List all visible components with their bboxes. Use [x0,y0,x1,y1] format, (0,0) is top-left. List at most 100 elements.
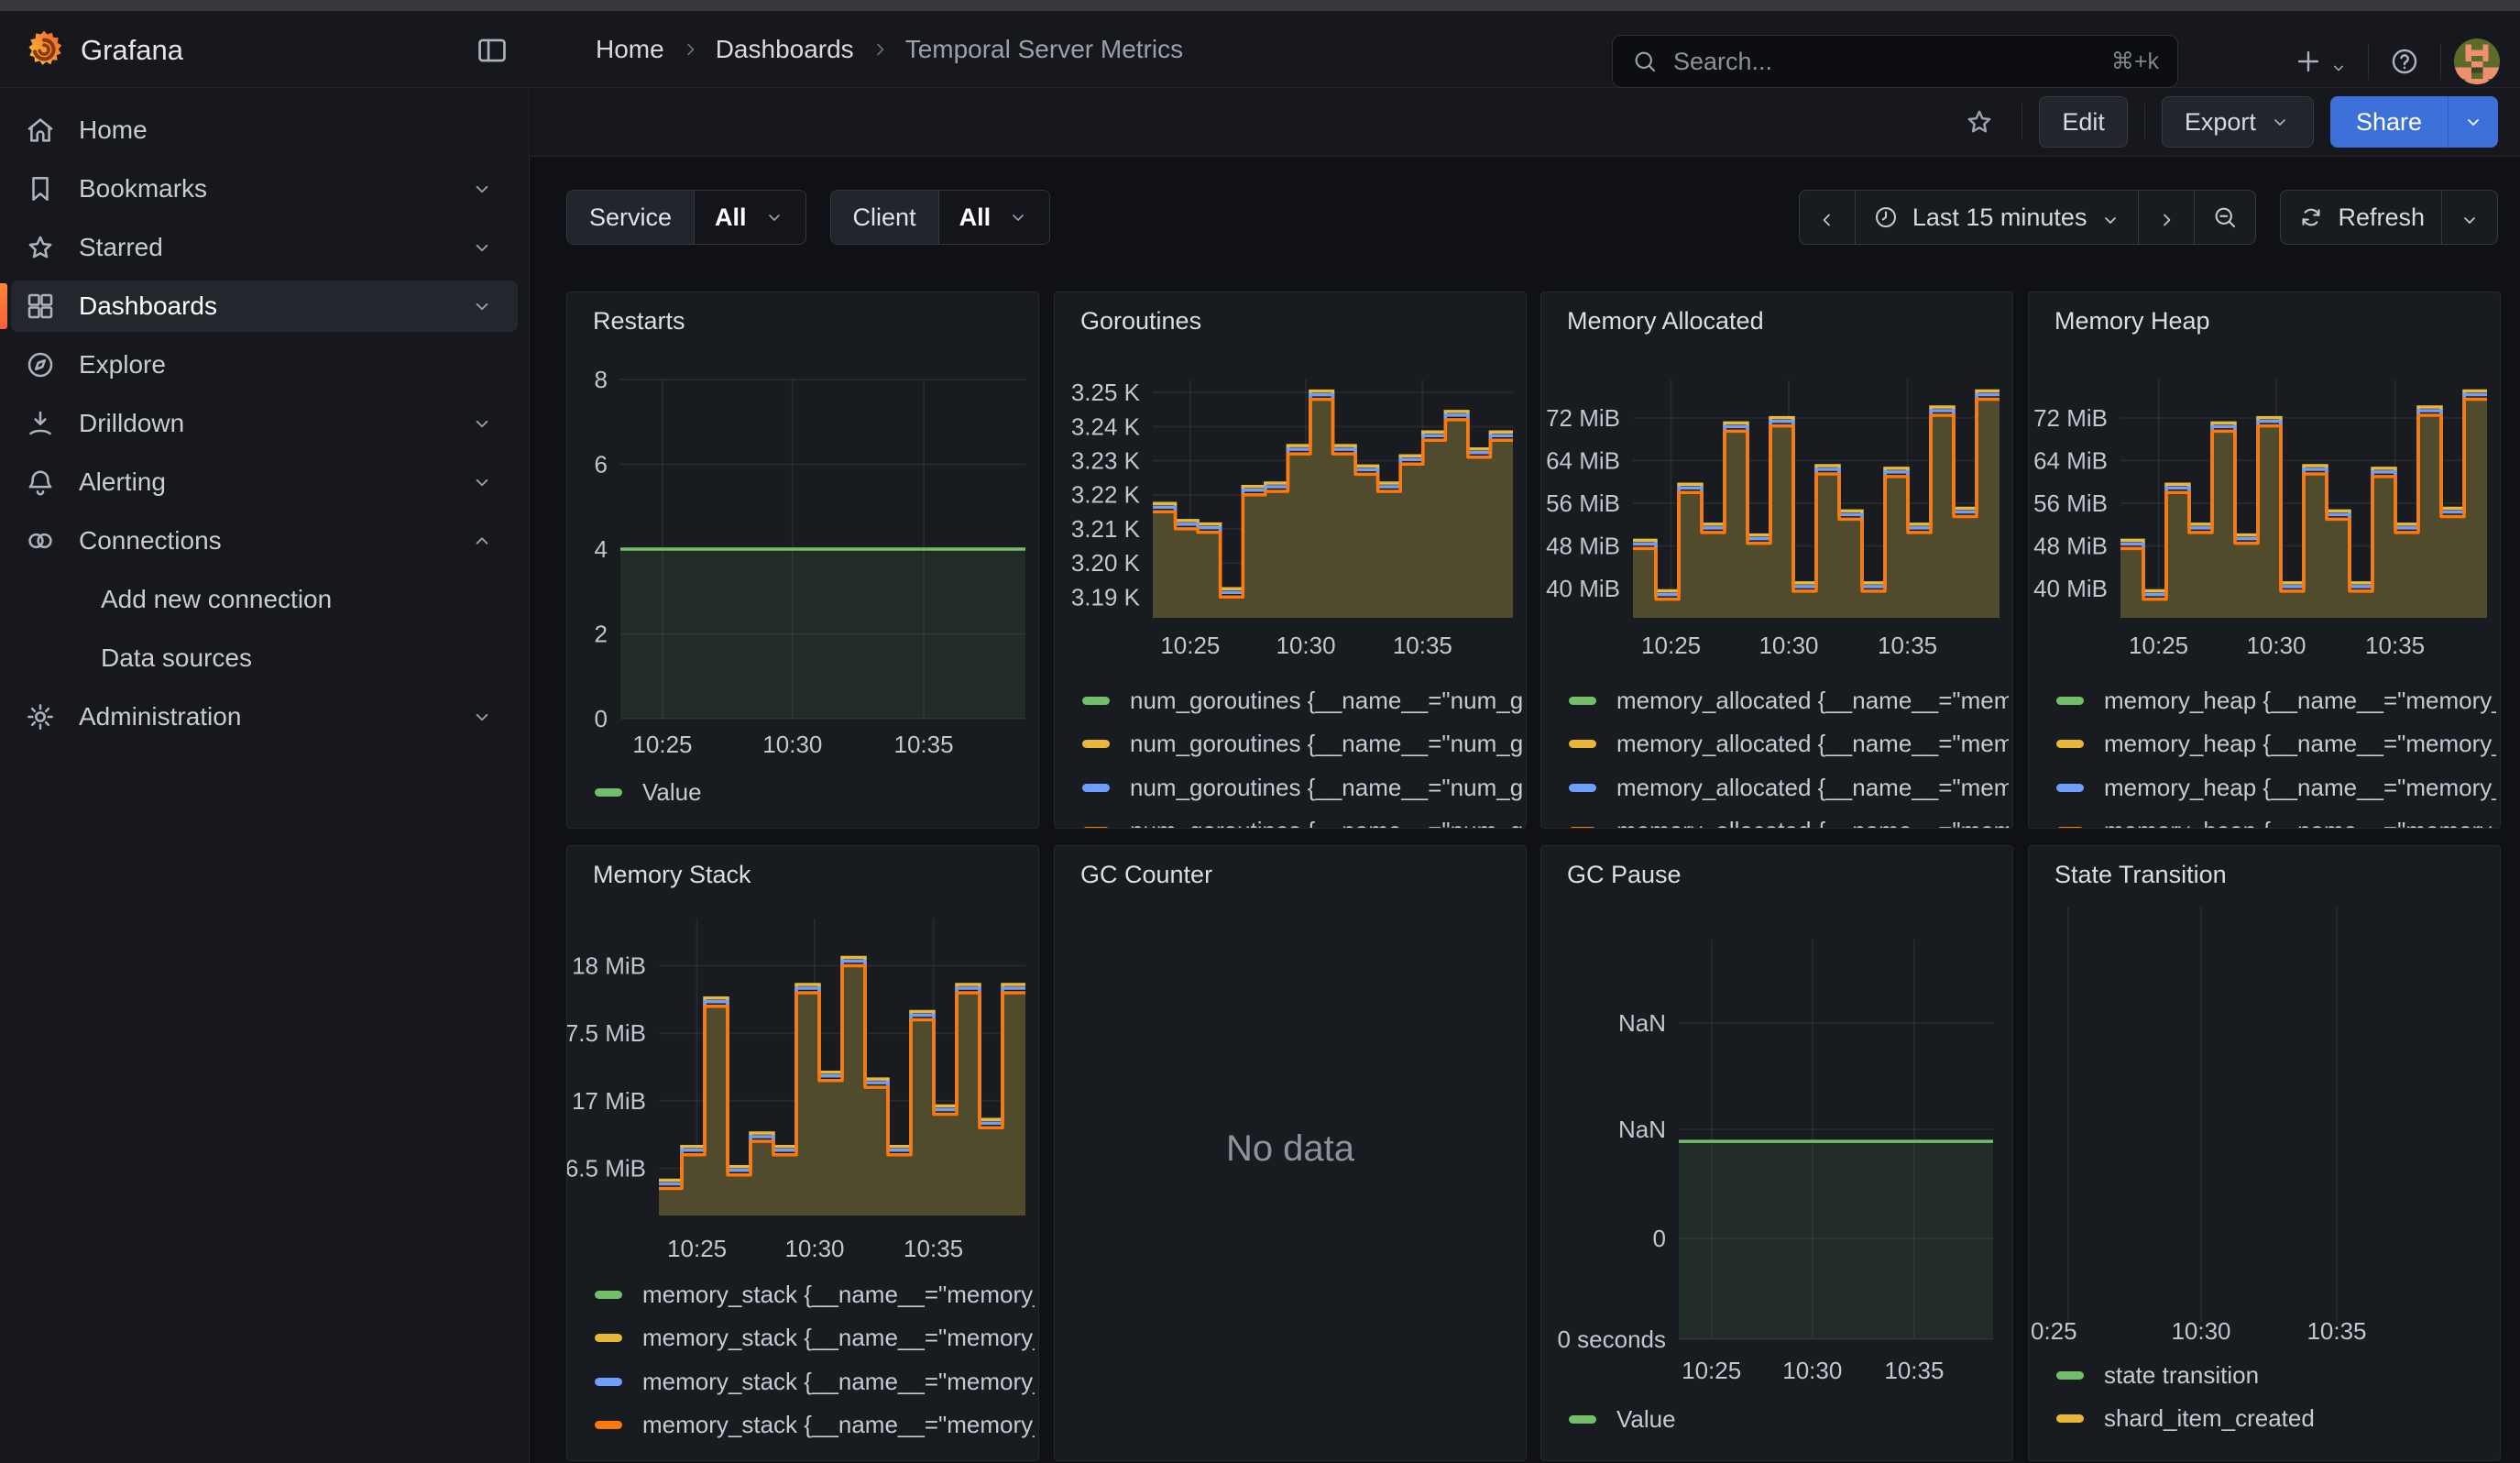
legend-item[interactable]: memory_allocated {__name__="memo [1569,768,2009,807]
panel-title[interactable]: GC Counter [1080,861,1212,889]
connections-icon [24,524,57,557]
legend-item[interactable]: num_goroutines {__name__="num_go [1082,812,1522,830]
panel-restarts: Restarts10:2510:3010:3502468Value [566,292,1039,829]
legend-series-marker [1082,740,1110,748]
legend-item[interactable]: memory_allocated {__name__="memo [1569,681,2009,720]
time-picker-group: Last 15 minutes [1799,190,2257,245]
chevron-down-icon [470,236,494,259]
help-button[interactable] [2382,36,2427,87]
filter-label: Service [567,191,695,244]
divider [2021,104,2022,140]
legend-series-label: num_goroutines {__name__="num_go [1130,687,1522,715]
legend-series-marker [1569,740,1596,748]
avatar[interactable] [2454,38,2500,84]
drilldown-icon [24,407,57,440]
legend-item[interactable]: memory_stack {__name__="memory_s [595,1362,1035,1401]
sidebar-item-dashboards[interactable]: Dashboards [11,280,518,332]
time-shift-back-button[interactable] [1800,191,1855,244]
sidebar-item-data-sources[interactable]: Data sources [11,632,518,684]
legend-item[interactable]: shard_item_created [2056,1399,2496,1437]
search-input[interactable]: Search... ⌘+k [1612,35,2178,88]
legend-item[interactable]: memory_allocated {__name__="memo [1569,725,2009,764]
sidebar-item-alerting[interactable]: Alerting [11,456,518,508]
legend-series-label: memory_heap {__name__="memory_h [2104,817,2496,829]
refresh-group: Refresh [2280,190,2498,245]
legend-series-label: memory_allocated {__name__="memo [1616,774,2009,802]
chevron-down-icon [2099,206,2121,228]
legend-item[interactable]: memory_heap {__name__="memory_h [2056,768,2496,807]
sidebar-item-add-new-connection[interactable]: Add new connection [11,574,518,625]
legend-series-marker [595,788,622,797]
edit-button[interactable]: Edit [2039,96,2128,148]
favorite-button[interactable] [1954,96,2005,148]
filter-value-dropdown[interactable]: All [939,191,1050,244]
refresh-interval-button[interactable] [2441,191,2497,244]
refresh-button[interactable]: Refresh [2281,191,2441,244]
svg-text:10:35: 10:35 [1884,1357,1944,1384]
sidebar-toggle-icon[interactable] [475,33,509,68]
svg-text:NaN: NaN [1618,1009,1666,1037]
svg-text:10:30: 10:30 [1759,632,1818,659]
export-button[interactable]: Export [2162,96,2314,148]
sidebar-item-home[interactable]: Home [11,104,518,156]
grafana-logo-icon[interactable] [22,28,66,72]
legend-item[interactable]: memory_allocated {__name__="memo [1569,812,2009,830]
legend-series-marker [595,1291,622,1299]
svg-text:8: 8 [595,366,608,393]
sidebar-item-label: Bookmarks [79,174,207,204]
chart-restarts: 10:2510:3010:3502468 [567,292,1039,829]
dashboard-toolbar: Edit Export Share [531,88,2520,157]
sidebar-item-bookmarks[interactable]: Bookmarks [11,163,518,214]
new-menu-button[interactable] [2285,36,2355,87]
sidebar-item-drilldown[interactable]: Drilldown [11,398,518,449]
legend-series-label: Value [1616,1405,1676,1434]
sidebar-item-explore[interactable]: Explore [11,339,518,390]
sidebar-item-starred[interactable]: Starred [11,222,518,273]
time-range-picker[interactable]: Last 15 minutes [1855,191,2139,244]
svg-text:10:25: 10:25 [1641,632,1701,659]
legend-item[interactable]: Value [595,773,1035,811]
legend-item[interactable]: state transition [2056,1356,2496,1394]
legend-series-marker [2056,740,2084,748]
legend-item[interactable]: memory_stack {__name__="memory_s [595,1406,1035,1445]
search-placeholder: Search... [1673,48,1772,76]
breadcrumb: Home Dashboards Temporal Server Metrics [596,11,1183,88]
svg-text:3.24 K: 3.24 K [1071,412,1141,440]
dashboard-content: ServiceAllClientAll Last 15 minutes Refr… [531,157,2520,1463]
legend-item[interactable]: memory_heap {__name__="memory_h [2056,681,2496,720]
sidebar-item-label: Dashboards [79,292,217,321]
legend-series-marker [1569,827,1596,829]
divider [2368,43,2369,80]
svg-text:0:25: 0:25 [2031,1317,2077,1345]
svg-text:3.23 K: 3.23 K [1071,447,1141,475]
legend-item[interactable]: memory_heap {__name__="memory_h [2056,725,2496,764]
time-shift-forward-button[interactable] [2138,191,2194,244]
share-button[interactable]: Share [2330,96,2498,148]
share-menu-button[interactable] [2448,96,2498,148]
share-label: Share [2330,96,2448,148]
star-icon [24,231,57,264]
legend-item[interactable]: num_goroutines {__name__="num_go [1082,725,1522,764]
apps-icon [24,290,57,323]
sidebar-item-administration[interactable]: Administration [11,691,518,742]
svg-text:4: 4 [595,535,608,563]
breadcrumb-dashboards[interactable]: Dashboards [716,35,854,64]
legend-item[interactable]: num_goroutines {__name__="num_go [1082,681,1522,720]
panel-gccounter: GC CounterNo data [1054,845,1527,1461]
legend-item[interactable]: memory_stack {__name__="memory_s [595,1319,1035,1358]
legend-item[interactable]: memory_heap {__name__="memory_h [2056,812,2496,830]
chevron-down-icon [470,177,494,201]
sidebar-item-label: Administration [79,702,241,732]
legend-item[interactable]: memory_stack {__name__="memory_s [595,1275,1035,1314]
sidebar-item-connections[interactable]: Connections [11,515,518,566]
plus-icon [2293,46,2324,77]
legend-series-label: num_goroutines {__name__="num_go [1130,774,1522,802]
breadcrumb-home[interactable]: Home [596,35,664,64]
filter-value-dropdown[interactable]: All [695,191,805,244]
svg-text:56 MiB: 56 MiB [1546,490,1620,517]
search-shortcut: ⌘+k [2111,48,2159,75]
zoom-out-button[interactable] [2194,191,2255,244]
legend-item[interactable]: Value [1569,1400,2009,1438]
legend-series-marker [1569,1415,1596,1424]
legend-item[interactable]: num_goroutines {__name__="num_go [1082,768,1522,807]
